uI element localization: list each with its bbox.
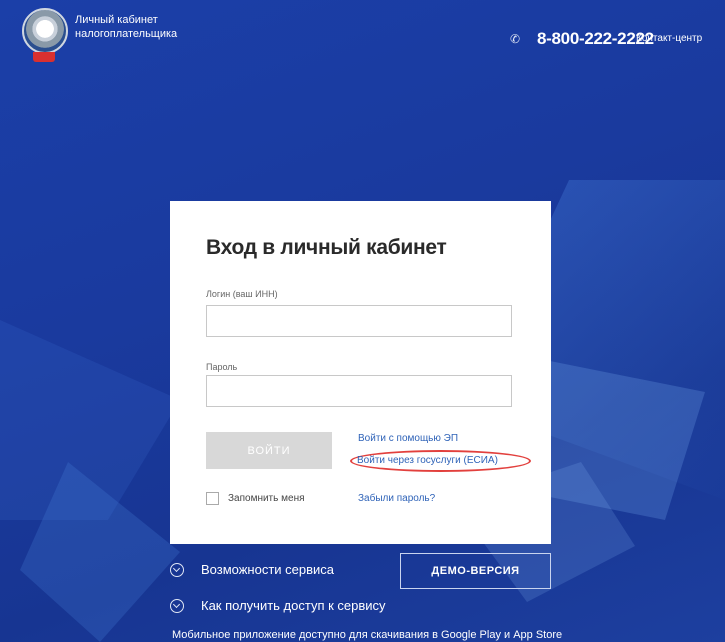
login-label: Логин (ваш ИНН) [206, 289, 278, 299]
app-title-line2: налогоплательщика [75, 28, 178, 40]
remember-me-checkbox[interactable] [206, 492, 219, 505]
login-esia-link[interactable]: Войти через госуслуги (ЕСИА) [357, 455, 498, 466]
logo-ribbon [33, 52, 55, 62]
login-heading: Вход в личный кабинет [206, 236, 447, 259]
login-card: Вход в личный кабинет Логин (ваш ИНН) Па… [170, 201, 551, 544]
fns-logo[interactable] [22, 8, 68, 54]
login-button[interactable]: ВОЙТИ [206, 432, 332, 469]
login-with-ep-link[interactable]: Войти с помощью ЭП [358, 433, 458, 444]
remember-me-label[interactable]: Запомнить меня [228, 493, 305, 504]
header: Личный кабинет налогоплательщика ✆ 8-800… [0, 0, 725, 70]
demo-version-button[interactable]: ДЕМО-ВЕРСИЯ [400, 553, 551, 589]
password-input[interactable] [206, 375, 512, 407]
password-label: Пароль [206, 362, 238, 372]
phone-icon: ✆ [510, 32, 521, 46]
service-features-link[interactable]: Возможности сервиса [201, 562, 334, 577]
mobile-app-note: Мобильное приложение доступно для скачив… [172, 629, 563, 641]
forgot-password-link[interactable]: Забыли пароль? [358, 493, 435, 504]
contact-center-link[interactable]: Контакт-центр [636, 33, 702, 44]
chevron-circle-icon[interactable] [170, 599, 184, 613]
app-title[interactable]: Личный кабинет налогоплательщика [75, 13, 177, 41]
access-info-link[interactable]: Как получить доступ к сервису [201, 598, 386, 613]
app-title-line1: Личный кабинет [75, 14, 158, 26]
login-input[interactable] [206, 305, 512, 337]
chevron-circle-icon[interactable] [170, 563, 184, 577]
